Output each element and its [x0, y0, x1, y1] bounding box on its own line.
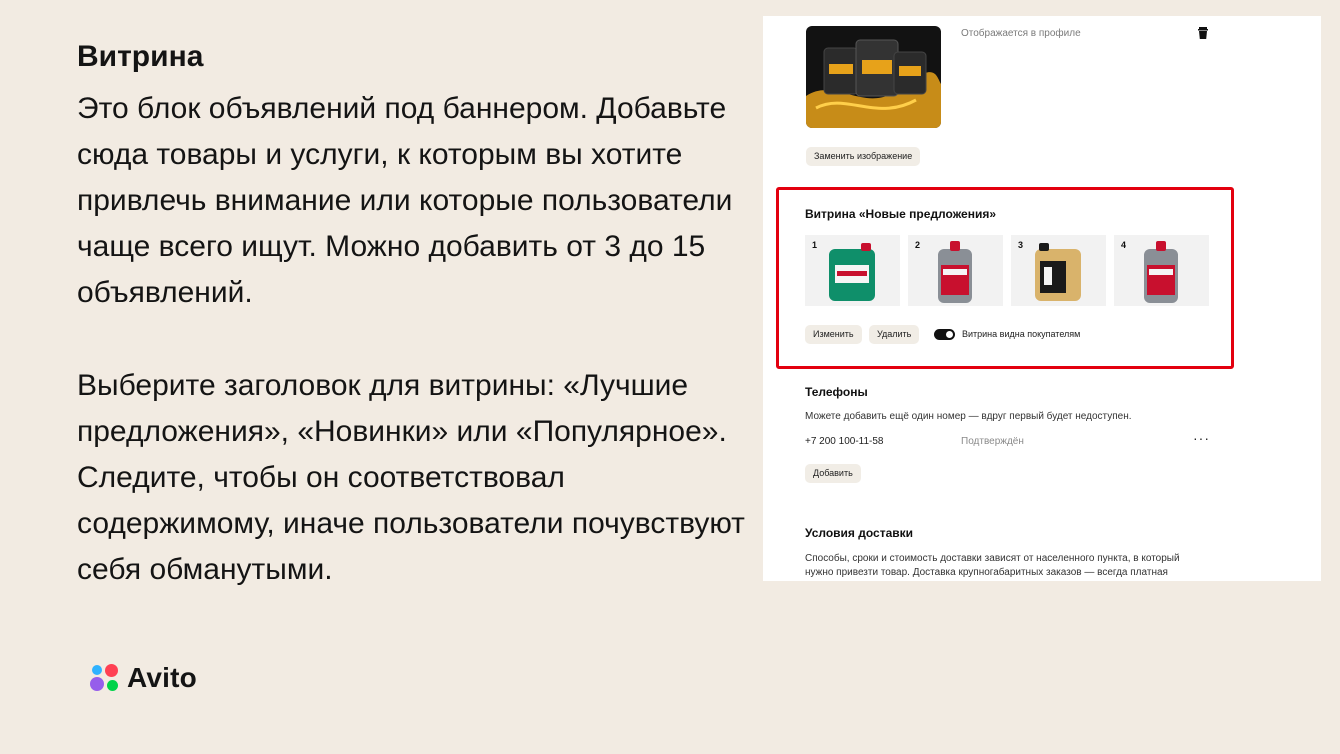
avito-logo: Avito	[90, 662, 197, 694]
banner-profile-note: Отображается в профиле	[961, 28, 1081, 39]
phones-title: Телефоны	[805, 385, 868, 399]
showcase-highlight-frame	[776, 187, 1234, 369]
more-options-icon[interactable]: ···	[1193, 430, 1210, 446]
delivery-title: Условия доставки	[805, 526, 914, 540]
banner-image	[806, 26, 941, 128]
delivery-text: Способы, сроки и стоимость доставки зави…	[805, 553, 1180, 578]
slide-paragraph-1: Это блок объявлений под баннером. Добавь…	[77, 92, 733, 309]
slide-text: Витрина Это блок объявлений под баннером…	[77, 38, 757, 593]
slide-title: Витрина	[77, 40, 204, 73]
avito-logo-text: Avito	[127, 662, 197, 693]
avito-logo-icon	[90, 663, 120, 693]
phones-note: Можете добавить ещё один номер — вдруг п…	[805, 411, 1132, 422]
phone-status: Подтверждён	[961, 436, 1024, 447]
trash-icon[interactable]	[1195, 25, 1211, 41]
replace-image-button[interactable]: Заменить изображение	[806, 147, 921, 166]
add-phone-button[interactable]: Добавить	[805, 464, 861, 483]
slide-paragraph-2: Выберите заголовок для витрины: «Лучшие …	[77, 369, 745, 586]
phone-number: +7 200 100-11-58	[805, 436, 884, 447]
